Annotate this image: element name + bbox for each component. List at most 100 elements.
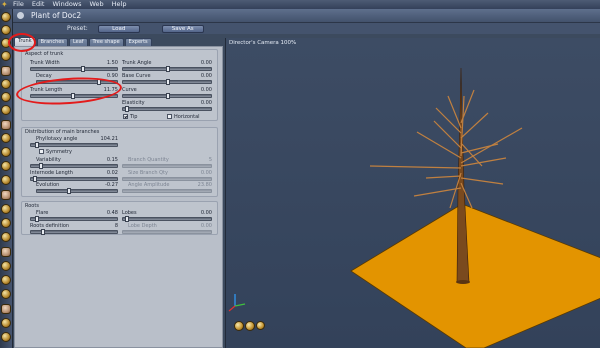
menu-edit[interactable]: Edit: [32, 0, 45, 9]
symmetry-checkbox[interactable]: [39, 149, 44, 154]
roots-definition-value: 8: [114, 223, 118, 229]
internode-length-value: 0.02: [106, 170, 118, 176]
phyllotaxy-slider[interactable]: [30, 142, 118, 148]
left-toolbar: [0, 9, 13, 348]
phyllotaxy-label: Phyllotaxy angle: [36, 136, 78, 142]
slider-thumb[interactable]: [39, 163, 43, 169]
tool-button[interactable]: [1, 289, 11, 299]
tool-button[interactable]: [1, 51, 11, 61]
slider-thumb[interactable]: [166, 93, 170, 99]
tool-button[interactable]: [1, 25, 11, 35]
tool-button[interactable]: [1, 175, 11, 185]
evolution-value: -0.27: [105, 182, 118, 188]
tab-tree-shape[interactable]: Tree shape: [88, 38, 124, 46]
angle-amplitude-value: 23.80: [197, 182, 212, 188]
trunk-width-slider[interactable]: [30, 66, 118, 72]
slider-thumb[interactable]: [35, 216, 39, 222]
menu-windows[interactable]: Windows: [52, 0, 81, 9]
roots-group: Roots Flare 0.48 Roots definition 8 Lobe…: [21, 201, 218, 235]
roots-definition-slider[interactable]: [30, 229, 118, 235]
hand-tool-icon[interactable]: [1, 304, 11, 314]
slider-thumb[interactable]: [166, 79, 170, 85]
tool-button[interactable]: [1, 318, 11, 328]
window-title: Plant of Doc2: [31, 11, 82, 20]
preset-bar: Preset: Load Save As: [13, 23, 600, 34]
tool-button[interactable]: [1, 275, 11, 285]
base-curve-value: 0.00: [200, 73, 212, 79]
base-curve-label: Base Curve: [122, 73, 151, 79]
trunk-angle-slider[interactable]: [122, 66, 212, 72]
evolution-slider[interactable]: [36, 188, 118, 194]
lobes-slider[interactable]: [122, 216, 212, 222]
tool-button[interactable]: [1, 92, 11, 102]
tip-label: Tip: [130, 114, 138, 120]
axis-gizmo: [228, 294, 246, 312]
tool-button[interactable]: [1, 218, 11, 228]
tool-button[interactable]: [1, 133, 11, 143]
menu-help[interactable]: Help: [112, 0, 127, 9]
menu-bar: File Edit Windows Web Help: [0, 0, 600, 9]
3d-viewport[interactable]: Director's Camera 100%: [225, 38, 600, 348]
tab-branches[interactable]: Branches: [36, 38, 68, 46]
group-title: Roots: [25, 203, 39, 209]
close-window-icon[interactable]: [17, 12, 24, 19]
camera-controls: [234, 321, 268, 333]
hand-tool-icon[interactable]: [1, 247, 11, 257]
elasticity-value: 0.00: [200, 100, 212, 106]
trunk-width-value: 1.50: [106, 60, 118, 66]
tool-button[interactable]: [1, 79, 11, 89]
curve-value: 0.00: [200, 87, 212, 93]
slider-thumb[interactable]: [81, 66, 85, 72]
curve-slider[interactable]: [122, 93, 212, 99]
symmetry-label: Symmetry: [46, 149, 72, 155]
evolution-label: Evolution: [36, 182, 60, 188]
slider-thumb[interactable]: [125, 106, 129, 112]
hand-tool-icon[interactable]: [1, 190, 11, 200]
tab-bar: Trunk Branches Leaf Tree shape Experts: [13, 37, 225, 46]
trunk-angle-value: 0.00: [200, 60, 212, 66]
tool-button[interactable]: [1, 147, 11, 157]
slider-thumb[interactable]: [67, 188, 71, 194]
tip-checkbox[interactable]: [123, 114, 128, 119]
menu-web[interactable]: Web: [90, 0, 104, 9]
base-curve-slider[interactable]: [122, 79, 212, 85]
lobes-value: 0.00: [200, 210, 212, 216]
variability-slider[interactable]: [30, 163, 118, 169]
zoom-camera-icon[interactable]: [256, 321, 265, 330]
move-camera-icon[interactable]: [245, 321, 255, 331]
angle-amplitude-slider: [122, 189, 212, 193]
load-button[interactable]: Load: [97, 24, 140, 33]
lobe-depth-slider: [122, 230, 212, 234]
tool-button[interactable]: [1, 232, 11, 242]
branch-quantity-label: Branch Quantity: [128, 157, 169, 163]
menu-file[interactable]: File: [13, 0, 24, 9]
curve-label: Curve: [122, 87, 137, 93]
tab-experts[interactable]: Experts: [124, 38, 152, 46]
trunk-width-label: Trunk Width: [30, 60, 60, 66]
tool-button[interactable]: [1, 161, 11, 171]
branch-quantity-value: 5: [208, 157, 212, 163]
app-root: File Edit Windows Web Help ✦ Plant of Do…: [0, 0, 600, 348]
elasticity-slider[interactable]: [122, 106, 212, 112]
internode-length-slider[interactable]: [30, 176, 118, 182]
rotate-camera-icon[interactable]: [234, 321, 244, 331]
app-logo-icon: ✦: [1, 0, 8, 9]
slider-thumb[interactable]: [41, 229, 45, 235]
tool-button[interactable]: [1, 12, 11, 22]
horizontal-checkbox[interactable]: [167, 114, 172, 119]
tool-button[interactable]: [1, 332, 11, 342]
save-as-button[interactable]: Save As: [161, 24, 204, 33]
slider-thumb[interactable]: [166, 66, 170, 72]
phyllotaxy-value: 104.21: [100, 136, 119, 142]
window-title-bar[interactable]: Plant of Doc2: [13, 9, 600, 23]
slider-thumb[interactable]: [125, 216, 129, 222]
slider-thumb[interactable]: [35, 142, 39, 148]
group-title: Aspect of trunk: [25, 51, 64, 57]
hand-tool-icon[interactable]: [1, 66, 11, 76]
flare-slider[interactable]: [30, 216, 118, 222]
tab-leaf[interactable]: Leaf: [68, 38, 88, 46]
hand-tool-icon[interactable]: [1, 120, 11, 130]
tool-button[interactable]: [1, 204, 11, 214]
tool-button[interactable]: [1, 261, 11, 271]
tool-button[interactable]: [1, 105, 11, 115]
